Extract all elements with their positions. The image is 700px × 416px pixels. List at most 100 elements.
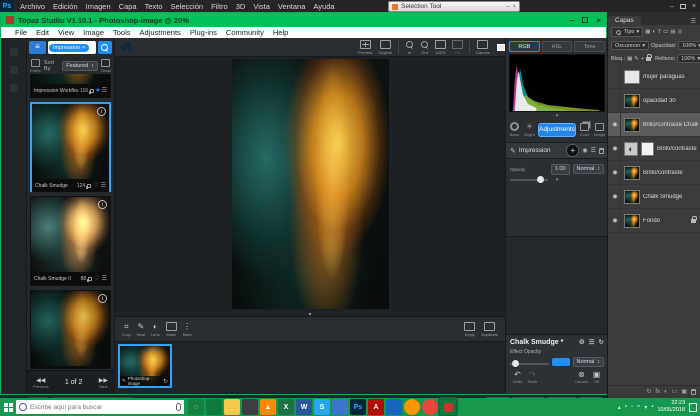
info-icon[interactable]: i xyxy=(98,200,107,209)
topaz-titlebar[interactable]: Topaz Studio V1.10.1 - Photoshop-image @… xyxy=(1,13,606,27)
visibility-toggle[interactable]: ◉ xyxy=(610,113,621,136)
menu-edicion[interactable]: Edición xyxy=(53,2,78,11)
tab-tone[interactable]: Tone xyxy=(574,41,605,52)
previous-page-button[interactable]: ◀◀ Previous xyxy=(33,377,49,389)
effect-card[interactable]: Impression Workflow 116 ♥ ☰ xyxy=(30,74,111,98)
menu-archivo[interactable]: Archivo xyxy=(20,2,45,11)
taskbar-icon-vscode[interactable] xyxy=(332,399,348,415)
impression-adjustment-row[interactable]: ✎ Impression + ◉ ☰ xyxy=(506,142,608,159)
tray-network-icon[interactable]: ≈ xyxy=(637,404,640,410)
tray-icon[interactable]: ▪ xyxy=(625,404,627,410)
layer-row[interactable]: mujer paraguas xyxy=(608,65,700,89)
add-mask-icon[interactable]: ◐ xyxy=(664,389,668,395)
effect-blend-dropdown[interactable]: Normal ↕ xyxy=(573,357,604,367)
effect-opacity-slider[interactable] xyxy=(510,363,549,365)
zoom-100-button[interactable]: 100% xyxy=(435,40,446,55)
visibility-eye-icon[interactable]: ◉ xyxy=(582,148,587,154)
tab-rgb[interactable]: RGB xyxy=(509,41,540,52)
layer-thumbnail[interactable] xyxy=(624,166,640,180)
menu-adjustments[interactable]: Adjustments xyxy=(140,28,181,37)
menu-seleccion[interactable]: Selección xyxy=(171,2,204,11)
image-button[interactable]: Image xyxy=(593,123,606,137)
effect-card-selected[interactable]: i Chalk Smudge 124 ♡ ☰ xyxy=(30,102,111,192)
thumbs-up-icon[interactable] xyxy=(88,277,92,281)
opacity-value[interactable]: 1.00 xyxy=(551,164,570,175)
close-icon[interactable]: × xyxy=(596,16,601,25)
tray-chevron-icon[interactable]: ▴ xyxy=(618,404,621,411)
trash-icon[interactable] xyxy=(599,148,604,154)
undo-button[interactable]: ↶Undo xyxy=(510,371,525,384)
maximize-icon[interactable] xyxy=(582,17,588,23)
heart-icon[interactable]: ♥ xyxy=(96,88,100,94)
reset-icon[interactable]: ↻ xyxy=(599,338,604,346)
search-filter-chip[interactable]: Impression × xyxy=(49,44,89,52)
minimize-icon[interactable]: – xyxy=(570,16,574,25)
zoom-in-button[interactable]: In xyxy=(405,40,414,55)
blend-mode-dropdown[interactable]: Normal ↕ xyxy=(573,164,604,174)
basic-button[interactable]: Basic xyxy=(508,122,521,137)
visibility-toggle[interactable]: ◉ xyxy=(610,161,621,184)
taskbar-icon-app[interactable] xyxy=(242,399,258,415)
taskbar-icon-excel[interactable]: X xyxy=(278,399,294,415)
taskbar-icon-app[interactable] xyxy=(206,399,222,415)
menu-ayuda[interactable]: Ayuda xyxy=(313,2,334,11)
filter-type-dropdown[interactable]: Tipo ▾ xyxy=(611,27,643,37)
adjustment-menu-icon[interactable]: ☰ xyxy=(591,148,596,154)
duplicate-button[interactable]: Duplicate xyxy=(481,322,498,337)
filter-type-icon[interactable]: T xyxy=(658,29,661,35)
effect-opacity-value-pill[interactable] xyxy=(552,358,570,366)
opacity-slider[interactable] xyxy=(510,179,548,181)
blend-mode-dropdown[interactable]: Oscurecer ▾ xyxy=(611,41,649,50)
ok-button[interactable]: ▣OK xyxy=(589,371,604,384)
zoom-out-button[interactable]: Out xyxy=(420,40,429,55)
mask-button[interactable]: Mask xyxy=(166,322,177,337)
new-layer-icon[interactable]: ▣ xyxy=(681,388,687,395)
taskbar-icon-skype[interactable]: S xyxy=(314,399,330,415)
layer-thumbnail[interactable] xyxy=(624,70,640,84)
image-canvas[interactable] xyxy=(115,57,505,311)
filter-pin-icon[interactable]: ◎ xyxy=(678,29,683,35)
menu-community[interactable]: Community xyxy=(226,28,264,37)
info-icon[interactable]: i xyxy=(98,294,107,303)
next-page-button[interactable]: ▶▶ Next xyxy=(99,377,108,389)
crop-button[interactable]: ⌗Crop xyxy=(122,322,131,337)
layer-row-selected[interactable]: ◉ brillo/contraste Chalk Smudge II xyxy=(608,113,700,137)
menu-help[interactable]: Help xyxy=(273,28,288,37)
minimize-icon[interactable]: – xyxy=(670,3,674,10)
layer-row[interactable]: ◉ Brillo/contraste xyxy=(608,161,700,185)
card-menu-icon[interactable]: ☰ xyxy=(102,88,107,94)
taskbar-icon-acrobat[interactable]: A xyxy=(368,399,384,415)
menu-capa[interactable]: Capa xyxy=(119,2,137,11)
adjustments-button[interactable]: Adjustments xyxy=(538,123,576,137)
menu-vista[interactable]: Vista xyxy=(253,2,270,11)
fit-button[interactable]: Fit xyxy=(452,40,463,55)
more-button[interactable]: ⋮More xyxy=(183,322,192,337)
menu-plugins[interactable]: Plug-ins xyxy=(190,28,217,37)
original-button[interactable]: Original xyxy=(378,40,392,55)
redo-button[interactable]: ↷Redo xyxy=(525,371,540,384)
layer-thumbnail[interactable] xyxy=(624,118,640,132)
taskbar-icon-task-view[interactable]: ◌ xyxy=(188,399,204,415)
visibility-toggle[interactable] xyxy=(610,65,621,88)
info-icon[interactable]: i xyxy=(97,107,106,116)
menu-imagen[interactable]: Imagen xyxy=(86,2,111,11)
taskbar-icon-firefox[interactable] xyxy=(404,399,420,415)
minimize-icon[interactable]: – xyxy=(506,4,509,10)
taskbar-icon-photoshop[interactable]: Ps xyxy=(350,399,366,415)
taskbar-icon-topaz-active[interactable] xyxy=(440,399,456,415)
layer-row-background[interactable]: ◉ Fondo xyxy=(608,209,700,233)
cancel-button[interactable]: ⊗Cancel xyxy=(574,371,589,384)
effect-card[interactable]: i Chalk Smudge II 88 ♡ ☰ xyxy=(30,196,111,286)
sidebar-menu-button[interactable]: ≡ xyxy=(29,41,46,54)
filter-adjustment-icon[interactable]: ◐ xyxy=(652,29,655,35)
visibility-toggle[interactable]: ◉ xyxy=(610,137,621,160)
canvas-button[interactable]: Canvas xyxy=(476,40,490,55)
heart-icon[interactable]: ♡ xyxy=(93,183,98,189)
taskbar-icon-vlc[interactable]: ▲ xyxy=(260,399,276,415)
layer-thumbnail[interactable] xyxy=(624,214,640,228)
lock-position-icon[interactable]: + xyxy=(641,56,644,62)
visibility-toggle[interactable]: ◉ xyxy=(610,185,621,208)
menu-3d[interactable]: 3D xyxy=(236,2,246,11)
lock-pixels-icon[interactable]: ✎ xyxy=(634,56,639,62)
fill-dropdown[interactable]: 100%▾ xyxy=(677,54,700,63)
